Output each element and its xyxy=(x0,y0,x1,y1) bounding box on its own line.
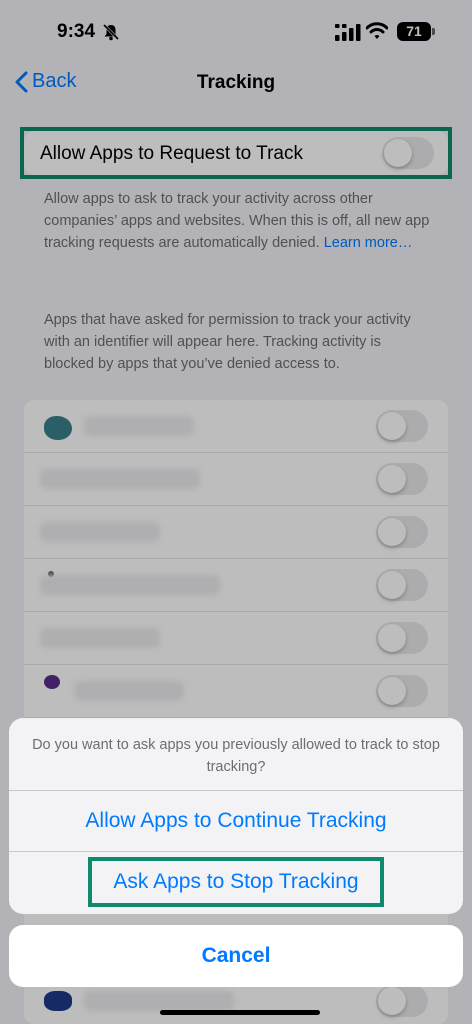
allow-continue-tracking-button[interactable]: Allow Apps to Continue Tracking xyxy=(9,791,463,851)
action-sheet-message: Do you want to ask apps you previously a… xyxy=(32,737,440,775)
cancel-button[interactable]: Cancel xyxy=(9,925,463,987)
tracking-settings-screen: 9:34 71 Back Tracking Allow Apps to Requ… xyxy=(0,0,472,1024)
home-indicator[interactable] xyxy=(160,1010,320,1015)
highlight-box-stop-tracking xyxy=(88,857,384,907)
